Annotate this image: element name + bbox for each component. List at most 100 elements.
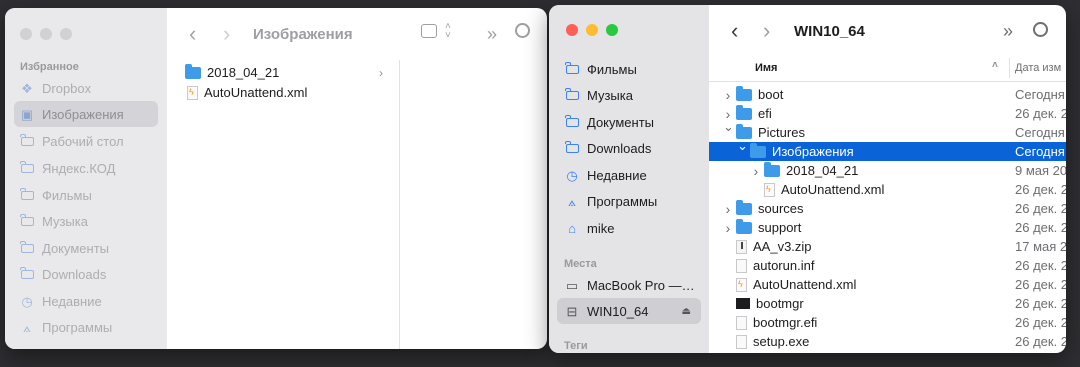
date-modified: 26 дек. 2 xyxy=(1015,220,1066,235)
date-modified: 26 дек. 2 xyxy=(1015,258,1066,273)
file-name: AutoUnattend.xml xyxy=(781,182,885,197)
home-icon: ⌂ xyxy=(568,220,576,236)
sidebar-item-label: Рабочий стол xyxy=(42,133,124,149)
table-row[interactable]: › boot Сегодня xyxy=(709,85,1066,104)
minimize-button[interactable] xyxy=(586,24,598,36)
sidebar-item-label: MacBook Pro —… xyxy=(587,277,695,293)
table-row[interactable]: autorun.inf 26 дек. 2 xyxy=(709,256,1066,275)
sidebar-item-label: Downloads xyxy=(587,140,652,156)
minimize-button[interactable] xyxy=(40,28,52,40)
chevron-right-icon[interactable]: › xyxy=(723,87,733,103)
list-item[interactable]: AutoUnattend.xml xyxy=(167,83,399,102)
toolbar: ‹ › Изображения ˄ ˅ » xyxy=(167,8,547,60)
sidebar-item-dropbox[interactable]: ❖ Dropbox xyxy=(20,75,162,101)
date-modified: 26 дек. 2 xyxy=(1015,182,1066,197)
sidebar-item-applications[interactable]: ⟑ Программы xyxy=(20,314,112,340)
table-row[interactable]: setup.exe 26 дек. 2 xyxy=(709,332,1066,351)
column-header-name[interactable]: Имя xyxy=(755,62,777,74)
zoom-button[interactable] xyxy=(606,24,618,36)
document-icon xyxy=(736,258,747,273)
date-modified: 26 дек. 2 xyxy=(1015,296,1066,311)
folder-icon xyxy=(750,142,766,158)
finder-window-images: Избранное ❖ Dropbox ▣ Изображения Рабочи… xyxy=(5,8,547,349)
sidebar-item-images[interactable]: ▣ Изображения xyxy=(14,101,158,127)
chevron-right-icon[interactable]: › xyxy=(723,201,733,217)
row-name: autorun.inf xyxy=(736,258,814,273)
sidebar-item-recents[interactable]: ◷ Недавние xyxy=(565,162,647,188)
zoom-button[interactable] xyxy=(60,28,72,40)
table-row[interactable]: › sources 26 дек. 2 xyxy=(709,199,1066,218)
sidebar-item-label: Документы xyxy=(587,114,655,130)
sidebar-item-movies[interactable]: Фильмы xyxy=(565,56,637,82)
more-icon[interactable]: » xyxy=(1003,22,1013,40)
sidebar-item-desktop[interactable]: Рабочий стол xyxy=(20,128,124,154)
sidebar-item-downloads[interactable]: Downloads xyxy=(20,261,106,287)
sidebar-item-yandex-kod[interactable]: Яндекс.КОД xyxy=(20,155,115,181)
eject-icon[interactable]: ⏏ xyxy=(682,306,691,317)
row-name: 2018_04_21 xyxy=(764,161,858,178)
sidebar-item-label: mike xyxy=(587,220,615,236)
forward-button[interactable]: › xyxy=(223,23,230,45)
dropbox-icon: ❖ xyxy=(21,80,33,96)
row-name: efi xyxy=(736,104,772,121)
chevron-right-icon[interactable]: › xyxy=(751,163,761,179)
column-header-date[interactable]: Дата изм xyxy=(1015,62,1061,74)
sidebar-item-home[interactable]: ⌂ mike xyxy=(565,215,614,241)
date-modified: 26 дек. 2 xyxy=(1015,315,1066,330)
sidebar-item-applications[interactable]: ⟑ Программы xyxy=(565,188,657,214)
table-row[interactable]: ⌄ Pictures Сегодня xyxy=(709,119,1066,142)
finder-window-win10: Фильмы Музыка Документы Downloads ◷ Неда… xyxy=(549,5,1066,353)
table-row[interactable]: AA_v3.zip 17 мая 2 xyxy=(709,237,1066,256)
date-modified: 26 дек. 2 xyxy=(1015,334,1066,349)
table-row[interactable]: AutoUnattend.xml 26 дек. 2 xyxy=(709,180,1066,199)
search-icon[interactable] xyxy=(1033,22,1048,37)
sidebar-item-label: Изображения xyxy=(42,106,124,122)
column-view-icon[interactable] xyxy=(421,24,437,38)
window-title: WIN10_64 xyxy=(794,22,865,40)
sidebar-item-macbook[interactable]: ▭ MacBook Pro —… xyxy=(565,272,695,298)
folder-icon xyxy=(20,160,34,175)
chevron-right-icon[interactable]: › xyxy=(723,220,733,236)
table-row[interactable]: › 2018_04_21 9 мая 20 xyxy=(709,161,1066,180)
chevron-down-icon[interactable]: ⌄ xyxy=(723,119,734,135)
chevron-down-icon[interactable]: ⌄ xyxy=(737,138,748,154)
close-button[interactable] xyxy=(566,24,578,36)
sidebar: Фильмы Музыка Документы Downloads ◷ Неда… xyxy=(549,5,709,353)
chevron-updown-icon[interactable]: ˄ ˅ xyxy=(445,22,451,41)
table-row[interactable]: bootmgr.efi 26 дек. 2 xyxy=(709,313,1066,332)
sidebar-item-label: WIN10_64 xyxy=(587,303,649,319)
sidebar-item-documents[interactable]: Документы xyxy=(20,235,109,261)
sidebar-item-recents[interactable]: ◷ Недавние xyxy=(20,288,101,314)
more-icon[interactable]: » xyxy=(487,25,497,43)
forward-button[interactable]: › xyxy=(763,20,770,42)
column-divider xyxy=(399,60,400,349)
back-button[interactable]: ‹ xyxy=(189,23,196,45)
sidebar-item-documents[interactable]: Документы xyxy=(565,109,654,135)
folder-icon xyxy=(185,63,201,79)
sidebar-item-win10-64[interactable]: ⊟ WIN10_64 ⏏ xyxy=(557,298,701,324)
search-icon[interactable] xyxy=(515,23,530,38)
list-item[interactable]: 2018_04_21 › xyxy=(167,63,399,82)
sidebar-item-label: Недавние xyxy=(587,167,647,183)
table-row[interactable]: › support 26 дек. 2 xyxy=(709,218,1066,237)
tags-heading: Теги xyxy=(564,340,588,352)
sidebar-item-music[interactable]: Музыка xyxy=(565,82,633,108)
sidebar-item-downloads[interactable]: Downloads xyxy=(565,135,651,161)
back-button[interactable]: ‹ xyxy=(731,20,738,42)
folder-icon xyxy=(764,161,780,177)
table-row[interactable]: AutoUnattend.xml 26 дек. 2 xyxy=(709,275,1066,294)
table-row[interactable]: bootmgr 26 дек. 2 xyxy=(709,294,1066,313)
xml-file-icon xyxy=(736,277,747,292)
date-modified: Сегодня xyxy=(1015,144,1065,159)
date-modified: 26 дек. 2 xyxy=(1015,106,1066,121)
close-button[interactable] xyxy=(20,28,32,40)
image-icon: ▣ xyxy=(20,106,34,122)
laptop-icon: ▭ xyxy=(565,277,579,293)
xml-file-icon xyxy=(187,85,198,100)
table-row[interactable]: › efi 26 дек. 2 xyxy=(709,104,1066,123)
sidebar-item-music[interactable]: Музыка xyxy=(20,208,88,234)
sidebar-item-movies[interactable]: Фильмы xyxy=(20,182,92,208)
row-name: sources xyxy=(736,199,804,216)
sort-chevron-icon: ˄ xyxy=(992,60,998,71)
table-row[interactable]: ⌄ Изображения Сегодня xyxy=(709,138,1066,161)
